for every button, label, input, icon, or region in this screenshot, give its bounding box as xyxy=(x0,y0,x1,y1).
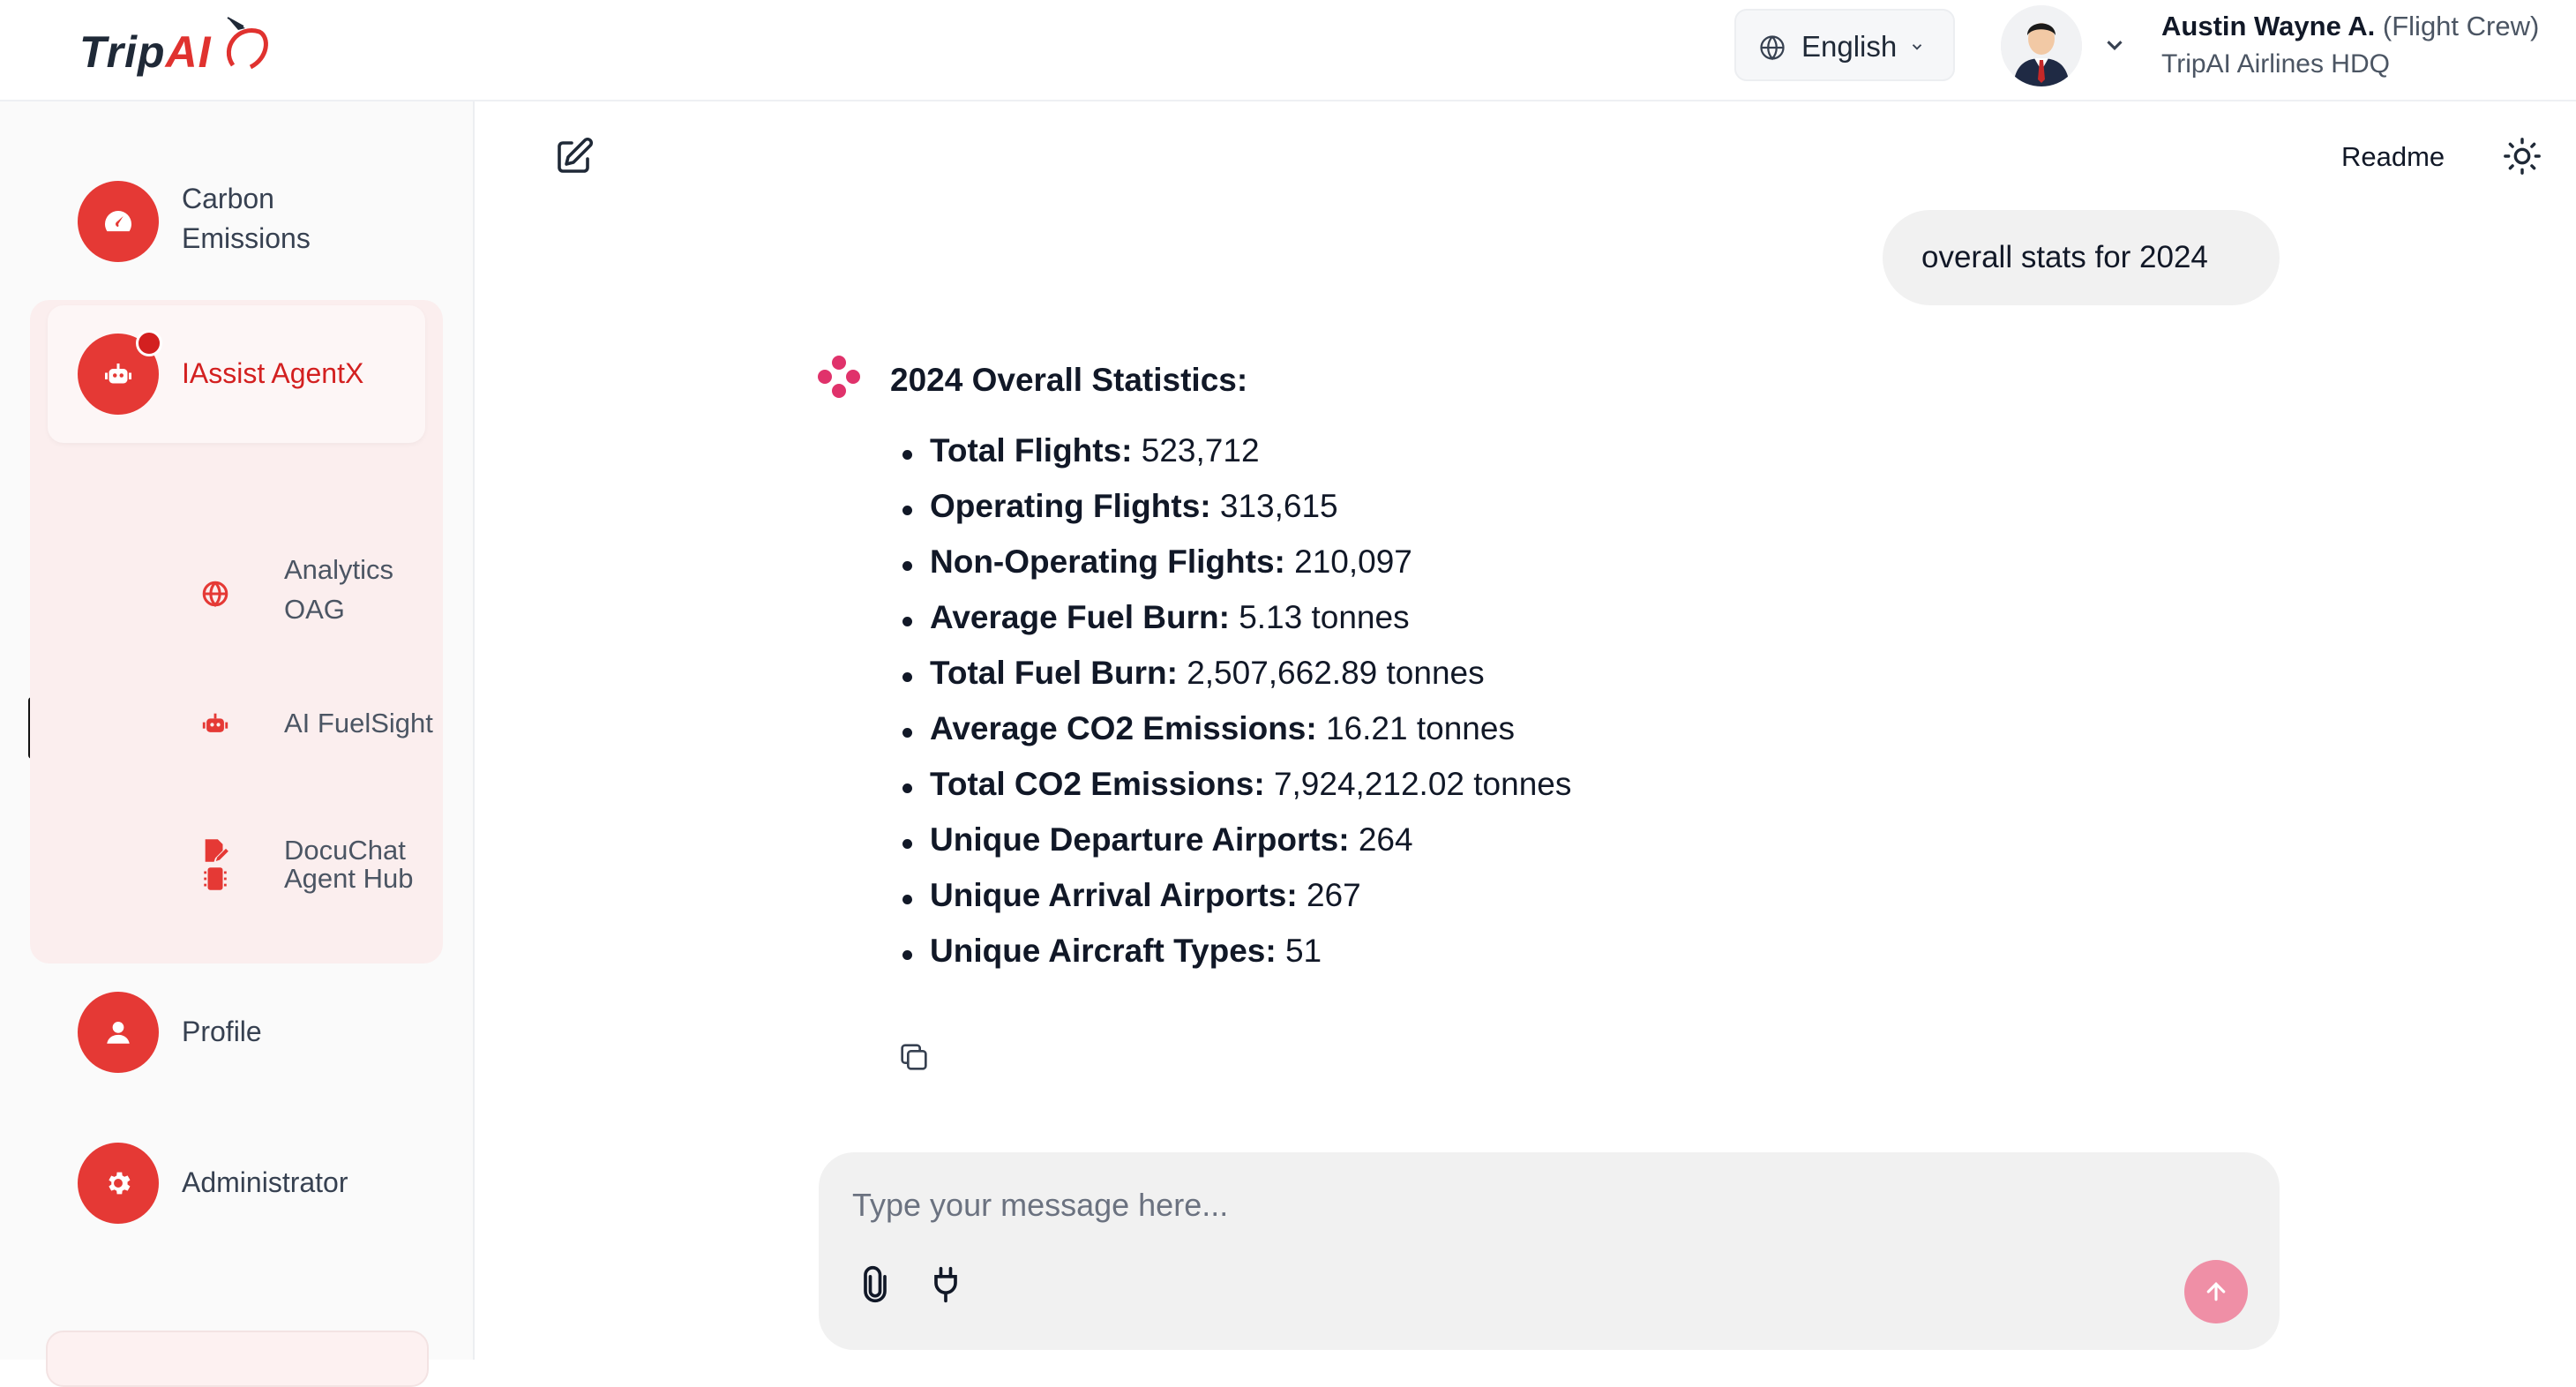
globe-icon xyxy=(202,581,228,608)
stat-label: Unique Arrival Airports: xyxy=(930,877,1298,913)
sidebar-subitem-label: AI FuelSight xyxy=(284,708,433,738)
airplane-swirl-icon xyxy=(226,17,268,70)
message-input[interactable] xyxy=(850,1175,2230,1235)
new-chat-button[interactable] xyxy=(552,136,595,183)
sidebar-item-label: Carbon Emissions xyxy=(182,183,311,254)
globe-icon xyxy=(1760,35,1785,61)
arrow-up-icon xyxy=(2206,1282,2226,1301)
stat-label: Total CO2 Emissions: xyxy=(930,766,1265,802)
stat-label: Unique Departure Airports: xyxy=(930,821,1350,858)
list-item: Total Flights: 523,712 xyxy=(900,432,1571,488)
sidebar-item-profile[interactable]: Profile xyxy=(78,992,395,1073)
message-composer xyxy=(819,1152,2280,1350)
robot-icon xyxy=(105,364,131,384)
stat-value: 267 xyxy=(1306,877,1361,913)
logo-text-ai: AI xyxy=(165,27,212,77)
list-item: Operating Flights: 313,615 xyxy=(900,488,1571,544)
sidebar-item-label: IAssist AgentX xyxy=(182,357,364,389)
chevron-down-icon xyxy=(1912,44,1922,50)
language-label: English xyxy=(1801,30,1898,63)
stat-value: 51 xyxy=(1284,933,1322,969)
notification-dot xyxy=(136,330,162,356)
sidebar-subitem-label: Agent Hub xyxy=(284,863,414,894)
copy-icon xyxy=(901,1044,927,1070)
gear-icon xyxy=(109,1172,131,1195)
stat-label: Non-Operating Flights: xyxy=(930,544,1285,580)
stat-value: 264 xyxy=(1358,821,1413,858)
stat-label: Total Flights: xyxy=(930,432,1133,469)
tripai-logo[interactable]: TripAI xyxy=(79,12,273,83)
user-message-text: overall stats for 2024 xyxy=(1921,240,2208,274)
list-item: Unique Arrival Airports: 267 xyxy=(900,877,1571,933)
list-item: Total CO2 Emissions: 7,924,212.02 tonnes xyxy=(900,766,1571,821)
plugin-button[interactable] xyxy=(926,1265,965,1308)
assistant-avatar xyxy=(817,355,861,403)
stat-label: Average CO2 Emissions: xyxy=(930,710,1317,746)
user-message-bubble: overall stats for 2024 xyxy=(1883,210,2280,305)
list-item: Total Fuel Burn: 2,507,662.89 tonnes xyxy=(900,655,1571,710)
send-button[interactable] xyxy=(2184,1260,2248,1323)
edit-icon xyxy=(558,137,594,173)
sidebar-item-iassist-agentx[interactable]: IAssist AgentX xyxy=(48,305,425,443)
user-icon xyxy=(107,1021,130,1044)
user-organization: TripAI Airlines HDQ xyxy=(2161,49,2390,79)
robot-icon xyxy=(202,713,228,732)
language-selector[interactable]: English xyxy=(1734,9,1955,81)
readme-link[interactable]: Readme xyxy=(2341,141,2445,173)
sidebar-subitem-label: Analytics xyxy=(284,554,394,585)
attach-file-button[interactable] xyxy=(856,1265,895,1308)
stat-value: 16.21 tonnes xyxy=(1325,710,1515,746)
sidebar-bottom-card xyxy=(46,1331,429,1387)
stat-label: Total Fuel Burn: xyxy=(930,655,1178,691)
list-item: Unique Departure Airports: 264 xyxy=(900,821,1571,877)
stat-value: 2,507,662.89 tonnes xyxy=(1187,655,1485,691)
user-role: (Flight Crew) xyxy=(2382,11,2540,41)
logo-text-trip: Trip xyxy=(79,27,166,77)
statistics-list: Total Flights: 523,712 Operating Flights… xyxy=(900,432,1571,988)
user-full-name: Austin Wayne A. xyxy=(2161,11,2376,41)
sidebar-item-administrator[interactable]: Administrator xyxy=(78,1143,395,1224)
chip-icon xyxy=(204,867,227,890)
user-name: Austin Wayne A. (Flight Crew) xyxy=(2161,11,2539,42)
sparkle-logo-icon xyxy=(818,356,860,398)
stat-value: 523,712 xyxy=(1141,432,1260,469)
stat-label: Unique Aircraft Types: xyxy=(930,933,1277,969)
list-item: Non-Operating Flights: 210,097 xyxy=(900,544,1571,599)
paperclip-icon xyxy=(864,1266,887,1303)
assistant-response-title: 2024 Overall Statistics: xyxy=(890,362,1248,398)
list-item: Average Fuel Burn: 5.13 tonnes xyxy=(900,599,1571,655)
stat-label: Operating Flights: xyxy=(930,488,1211,524)
avatar[interactable] xyxy=(2001,5,2082,86)
stat-label: Average Fuel Burn: xyxy=(930,599,1230,635)
sidebar: Carbon Emissions IAssist AgentX Analytic… xyxy=(0,101,475,1387)
sun-icon xyxy=(2504,138,2541,175)
list-item: Unique Aircraft Types: 51 xyxy=(900,933,1571,988)
stat-value: 210,097 xyxy=(1294,544,1412,580)
stat-value: 7,924,212.02 tonnes xyxy=(1273,766,1572,802)
top-bar: TripAI English Austin Wayne A. (Flight C… xyxy=(0,0,2576,101)
sidebar-item-carbon-emissions[interactable]: Carbon Emissions xyxy=(78,181,413,262)
speedometer-icon xyxy=(105,211,131,232)
sidebar-item-label: Administrator xyxy=(182,1166,348,1198)
chevron-down-icon[interactable] xyxy=(2101,32,2128,58)
copy-response-button[interactable] xyxy=(896,1039,932,1079)
list-item: Average CO2 Emissions: 16.21 tonnes xyxy=(900,710,1571,766)
stat-value: 313,615 xyxy=(1219,488,1338,524)
stat-value: 5.13 tonnes xyxy=(1239,599,1410,635)
theme-toggle-button[interactable] xyxy=(2502,136,2542,181)
avatar-illustration xyxy=(2001,5,2082,86)
plug-icon xyxy=(934,1266,957,1303)
sidebar-subitem-label: OAG xyxy=(284,594,345,625)
sidebar-item-label: Profile xyxy=(182,1016,262,1047)
